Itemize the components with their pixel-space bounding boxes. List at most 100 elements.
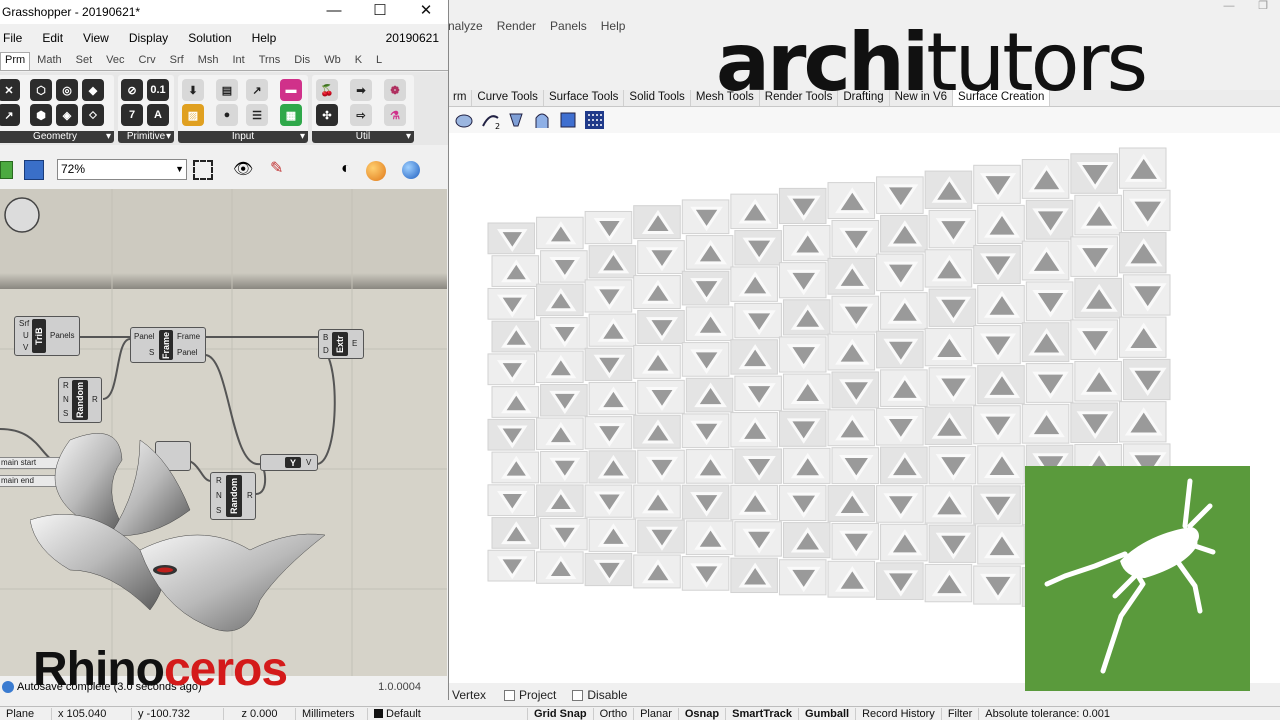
plane-surface-icon[interactable] xyxy=(558,110,578,130)
close-icon[interactable]: ✕ xyxy=(403,0,448,24)
record-history-toggle[interactable]: Record History xyxy=(856,707,942,720)
frame-component[interactable]: Panel S Frame Frame Panel xyxy=(130,327,206,363)
number-param-icon[interactable]: 0.1 xyxy=(147,79,169,101)
tab-math[interactable]: Math xyxy=(30,52,68,70)
menu-solution[interactable]: Solution xyxy=(188,31,231,45)
menu-display[interactable]: Display xyxy=(129,31,168,45)
project-checkbox[interactable] xyxy=(504,690,516,702)
flask-icon[interactable]: ⚗ xyxy=(384,104,406,126)
open-file-icon[interactable] xyxy=(0,161,13,179)
tab-wb[interactable]: Wb xyxy=(317,52,348,70)
tab-crv[interactable]: Crv xyxy=(132,52,163,70)
cherry-picker-icon[interactable]: 🍒 xyxy=(316,79,338,101)
gradient-icon[interactable]: ▦ xyxy=(280,104,302,126)
network-surface-icon[interactable]: 2 xyxy=(480,110,500,130)
tree-icon[interactable]: ✣ xyxy=(316,104,338,126)
tab-k[interactable]: K xyxy=(348,52,369,70)
tab-curve-tools[interactable]: Curve Tools xyxy=(472,90,544,106)
tab-vec[interactable]: Vec xyxy=(99,52,131,70)
cluster-icon[interactable]: ❁ xyxy=(384,79,406,101)
menu-analyze[interactable]: nalyze xyxy=(448,19,483,33)
zoom-extents-icon[interactable] xyxy=(193,160,213,180)
tab-prm[interactable]: Prm xyxy=(0,52,31,70)
panel-input-icon[interactable]: ⬇ xyxy=(182,79,204,101)
tab-msh[interactable]: Msh xyxy=(191,52,226,70)
osnap-toggle[interactable]: Osnap xyxy=(679,707,727,720)
grid-snap-toggle[interactable]: Grid Snap xyxy=(528,707,594,720)
menu-edit[interactable]: Edit xyxy=(42,31,63,45)
sketch-icon[interactable]: ✎ xyxy=(270,161,283,177)
menu-render[interactable]: Render xyxy=(497,19,536,33)
osnap-disable-toggle[interactable]: Disable xyxy=(572,688,627,702)
tab-solid-tools[interactable]: Solid Tools xyxy=(624,90,691,106)
preview-eye-icon[interactable]: 👁 xyxy=(233,162,253,178)
circle-param-icon[interactable]: ⬡ xyxy=(30,79,52,101)
chevron-down-icon[interactable]: ▼ xyxy=(175,160,184,179)
status-layer[interactable]: Default xyxy=(368,707,528,720)
knob-input-icon[interactable]: ● xyxy=(216,104,238,126)
shaded-preview-icon[interactable] xyxy=(366,161,386,181)
save-file-icon[interactable] xyxy=(24,160,44,180)
planar-toggle[interactable]: Planar xyxy=(634,707,679,720)
menu-help[interactable]: Help xyxy=(601,19,626,33)
display-settings-icon[interactable] xyxy=(402,161,420,179)
surface-param-icon[interactable]: ◆ xyxy=(82,79,104,101)
minimize-icon[interactable]: — xyxy=(1212,0,1246,14)
text-param-icon[interactable]: A xyxy=(147,104,169,126)
group-input-label[interactable]: Input ▾ xyxy=(178,131,308,143)
disable-checkbox[interactable] xyxy=(572,690,584,702)
group-geometry-label[interactable]: Geometry ▾ xyxy=(0,131,114,143)
boolean-param-icon[interactable]: ⊘ xyxy=(121,79,143,101)
field-param-icon[interactable]: ⬦ xyxy=(82,104,104,126)
button-input-icon[interactable]: ↗ xyxy=(246,79,268,101)
menu-help[interactable]: Help xyxy=(252,31,277,45)
rail-revolve-icon[interactable] xyxy=(532,110,552,130)
trib-component[interactable]: Srf U V TriB Panels xyxy=(14,316,80,356)
ortho-toggle[interactable]: Ortho xyxy=(594,707,635,720)
menu-view[interactable]: View xyxy=(83,31,109,45)
gumball-toggle[interactable]: Gumball xyxy=(799,707,857,720)
filter-toggle[interactable]: Filter xyxy=(942,707,980,720)
tab-dis[interactable]: Dis xyxy=(287,52,317,70)
maximize-icon[interactable]: ☐ xyxy=(357,0,403,24)
mesh-param-icon[interactable]: ◈ xyxy=(56,104,78,126)
integer-param-icon[interactable]: 7 xyxy=(121,104,143,126)
menu-panels[interactable]: Panels xyxy=(550,19,587,33)
point-grid-icon[interactable] xyxy=(584,110,604,130)
osnap-vertex[interactable]: Vertex xyxy=(452,688,486,702)
random-component-1[interactable]: R N S Random R xyxy=(58,377,102,423)
layer-color-swatch xyxy=(374,709,383,719)
preview-mode-icon[interactable]: ◐ xyxy=(341,161,351,177)
navigator-knob[interactable] xyxy=(4,197,40,233)
tab-l[interactable]: L xyxy=(369,52,389,70)
zoom-dropdown[interactable]: 72% ▼ xyxy=(57,159,187,180)
colour-swatch-icon[interactable]: ▬ xyxy=(280,79,302,101)
tab-trns[interactable]: Trns xyxy=(252,52,288,70)
tab-surface-tools[interactable]: Surface Tools xyxy=(544,90,625,106)
jump-icon[interactable]: ⇨ xyxy=(350,104,372,126)
group-primitive-label[interactable]: Primitive ▾ xyxy=(118,131,174,143)
osnap-project-toggle[interactable]: Project xyxy=(504,688,556,702)
tab-transform[interactable]: rm xyxy=(448,90,473,106)
line-param-icon[interactable]: ↗ xyxy=(0,104,20,126)
toggle-input-icon[interactable]: ▤ xyxy=(216,79,238,101)
extrude-component[interactable]: B D Extr E xyxy=(318,329,364,359)
menu-file[interactable]: File xyxy=(3,31,22,45)
brep-param-icon[interactable]: ⬢ xyxy=(30,104,52,126)
minimize-icon[interactable]: — xyxy=(311,0,357,24)
status-units[interactable]: Millimeters xyxy=(296,707,368,720)
curve-param-icon[interactable]: ◎ xyxy=(56,79,78,101)
group-util-label[interactable]: Util ▾ xyxy=(312,131,414,143)
graph-mapper-icon[interactable]: ▨ xyxy=(182,104,204,126)
smarttrack-toggle[interactable]: SmartTrack xyxy=(726,707,800,720)
value-list-icon[interactable]: ☰ xyxy=(246,104,268,126)
loft-icon[interactable] xyxy=(506,110,526,130)
tab-srf[interactable]: Srf xyxy=(163,52,191,70)
point-param-icon[interactable]: ✕ xyxy=(0,79,20,101)
tab-set[interactable]: Set xyxy=(69,52,100,70)
status-z: z 0.000 xyxy=(224,707,296,720)
data-dam-icon[interactable]: ➡ xyxy=(350,79,372,101)
patch-surface-icon[interactable] xyxy=(454,110,474,130)
restore-icon[interactable]: ❐ xyxy=(1246,0,1280,14)
tab-int[interactable]: Int xyxy=(225,52,251,70)
